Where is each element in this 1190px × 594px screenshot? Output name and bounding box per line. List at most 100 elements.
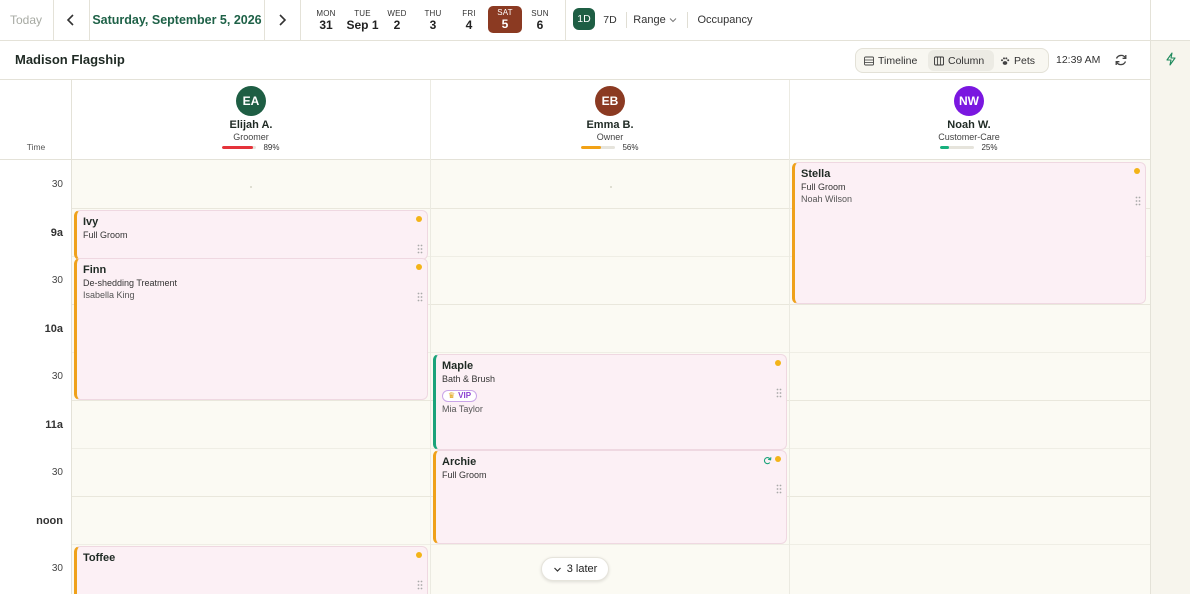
day-wed[interactable]: WED 2 <box>380 0 414 40</box>
drag-handle-icon[interactable] <box>417 244 423 254</box>
day-name: SUN <box>531 8 549 18</box>
time-label: 30 <box>51 275 63 286</box>
drag-handle-icon[interactable] <box>1135 196 1141 206</box>
status-dot <box>416 552 422 558</box>
paw-icon <box>1001 56 1010 65</box>
avatar: EB <box>595 86 625 116</box>
pet-name: Toffee <box>83 552 116 564</box>
day-fri[interactable]: FRI 4 <box>452 0 486 40</box>
drag-handle-icon[interactable] <box>417 580 423 590</box>
day-tue[interactable]: TUE Sep 1 <box>345 0 380 40</box>
appointment-archie[interactable]: Archie Full Groom <box>433 450 787 544</box>
pets-view-button[interactable]: Pets <box>994 50 1044 71</box>
timeline-label: Timeline <box>878 54 918 67</box>
current-date-label[interactable]: Saturday, September 5, 2026 <box>90 0 264 40</box>
later-label: 3 later <box>566 563 598 575</box>
status-dot <box>775 360 781 366</box>
utilization-bar <box>581 146 616 149</box>
utilization: 25% <box>940 143 998 152</box>
staff-name: Noah W. <box>947 119 991 131</box>
staff-column-emma[interactable]: EB Emma B. Owner 56% <box>431 80 789 160</box>
service-name: Full Groom <box>442 470 487 480</box>
current-time-marker <box>610 186 612 188</box>
day-name: THU <box>424 8 442 18</box>
utilization-fill <box>940 146 949 149</box>
day-number: 6 <box>536 17 544 32</box>
pet-name: Archie <box>442 456 477 468</box>
column-divider <box>430 160 431 594</box>
pet-name: Stella <box>801 168 831 180</box>
service-name: Full Groom <box>83 230 128 240</box>
next-day-button[interactable] <box>264 0 300 40</box>
drag-handle-icon[interactable] <box>417 292 423 302</box>
staff-role: Customer-Care <box>938 132 1000 142</box>
day-sat[interactable]: SAT 5 <box>488 6 522 33</box>
column-view-button[interactable]: Column <box>928 50 994 71</box>
day-name: WED <box>387 8 407 18</box>
view-1d-button[interactable]: 1D <box>573 8 595 30</box>
staff-column-elijah[interactable]: EA Elijah A. Groomer 89% <box>72 80 430 160</box>
service-name: Bath & Brush <box>442 374 496 384</box>
day-name: FRI <box>462 8 476 18</box>
calendar-subheader: Madison Flagship Timeline Column Pets 12… <box>0 41 1150 80</box>
staff-name: Emma B. <box>586 119 634 131</box>
schedule-grid: 30 9a 30 10a 30 11a 30 noon 30 Ivy Full … <box>0 160 1150 594</box>
chevron-right-icon <box>279 14 287 26</box>
time-label: 30 <box>51 467 63 478</box>
appointment-stella[interactable]: Stella Full Groom Noah Wilson <box>792 162 1146 304</box>
range-label: Range <box>633 14 666 26</box>
time-column: 30 9a 30 10a 30 11a 30 noon 30 <box>0 160 72 594</box>
status-dot <box>416 264 422 270</box>
status-dot <box>1134 168 1140 174</box>
staff-header: Time EA Elijah A. Groomer 89% EB Emma B.… <box>0 80 1150 160</box>
lightning-icon[interactable] <box>1165 52 1177 66</box>
staff-column-noah[interactable]: NW Noah W. Customer-Care 25% <box>790 80 1148 160</box>
staff-role: Owner <box>596 132 624 142</box>
utilization-bar <box>940 146 975 149</box>
appointment-toffee[interactable]: Toffee <box>74 546 428 594</box>
time-label: noon <box>36 515 63 527</box>
time-label: 30 <box>51 179 63 190</box>
prev-day-button[interactable] <box>53 0 89 40</box>
current-time-marker <box>250 186 252 188</box>
status-dot <box>775 456 781 462</box>
view-7d-button[interactable]: 7D <box>600 0 620 40</box>
drag-handle-icon[interactable] <box>776 484 782 494</box>
today-button[interactable]: Today <box>0 0 52 40</box>
divider <box>687 12 688 28</box>
time-header-label: Time <box>26 142 46 152</box>
utilization-fill <box>581 146 601 149</box>
columns-icon <box>934 56 944 65</box>
utilization-fill <box>222 146 253 149</box>
day-mon[interactable]: MON 31 <box>309 0 343 40</box>
time-label: 30 <box>51 563 63 574</box>
appointment-maple[interactable]: Maple Bath & Brush ♛ VIP Mia Taylor <box>433 354 787 450</box>
refresh-icon[interactable] <box>1114 53 1128 67</box>
range-dropdown[interactable]: Range <box>632 0 678 40</box>
chevron-down-icon <box>553 567 561 572</box>
time-label: 9a <box>50 227 63 239</box>
staff-role: Groomer <box>233 132 269 142</box>
day-thu[interactable]: THU 3 <box>416 0 450 40</box>
utilization-percent: 56% <box>622 143 639 152</box>
timeline-view-button[interactable]: Timeline <box>858 50 928 71</box>
appointment-finn[interactable]: Finn De-shedding Treatment Isabella King <box>74 258 428 400</box>
customer-name: Noah Wilson <box>801 194 853 204</box>
avatar: EA <box>236 86 266 116</box>
chevron-left-icon <box>66 14 74 26</box>
staff-name: Elijah A. <box>229 119 273 131</box>
customer-name: Isabella King <box>83 290 135 300</box>
day-sun[interactable]: SUN 6 <box>523 0 557 40</box>
appointment-ivy[interactable]: Ivy Full Groom <box>74 210 428 260</box>
day-number: 31 <box>319 17 333 32</box>
day-name: MON <box>316 8 336 18</box>
drag-handle-icon[interactable] <box>776 388 782 398</box>
pets-label: Pets <box>1014 54 1036 67</box>
day-number: 4 <box>465 17 473 32</box>
view-switcher: Timeline Column Pets <box>855 48 1049 73</box>
occupancy-button[interactable]: Occupancy <box>694 0 756 40</box>
show-later-button[interactable]: 3 later <box>541 557 609 581</box>
avatar: NW <box>954 86 984 116</box>
customer-name: Mia Taylor <box>442 404 483 414</box>
time-column-header: Time <box>0 80 72 160</box>
